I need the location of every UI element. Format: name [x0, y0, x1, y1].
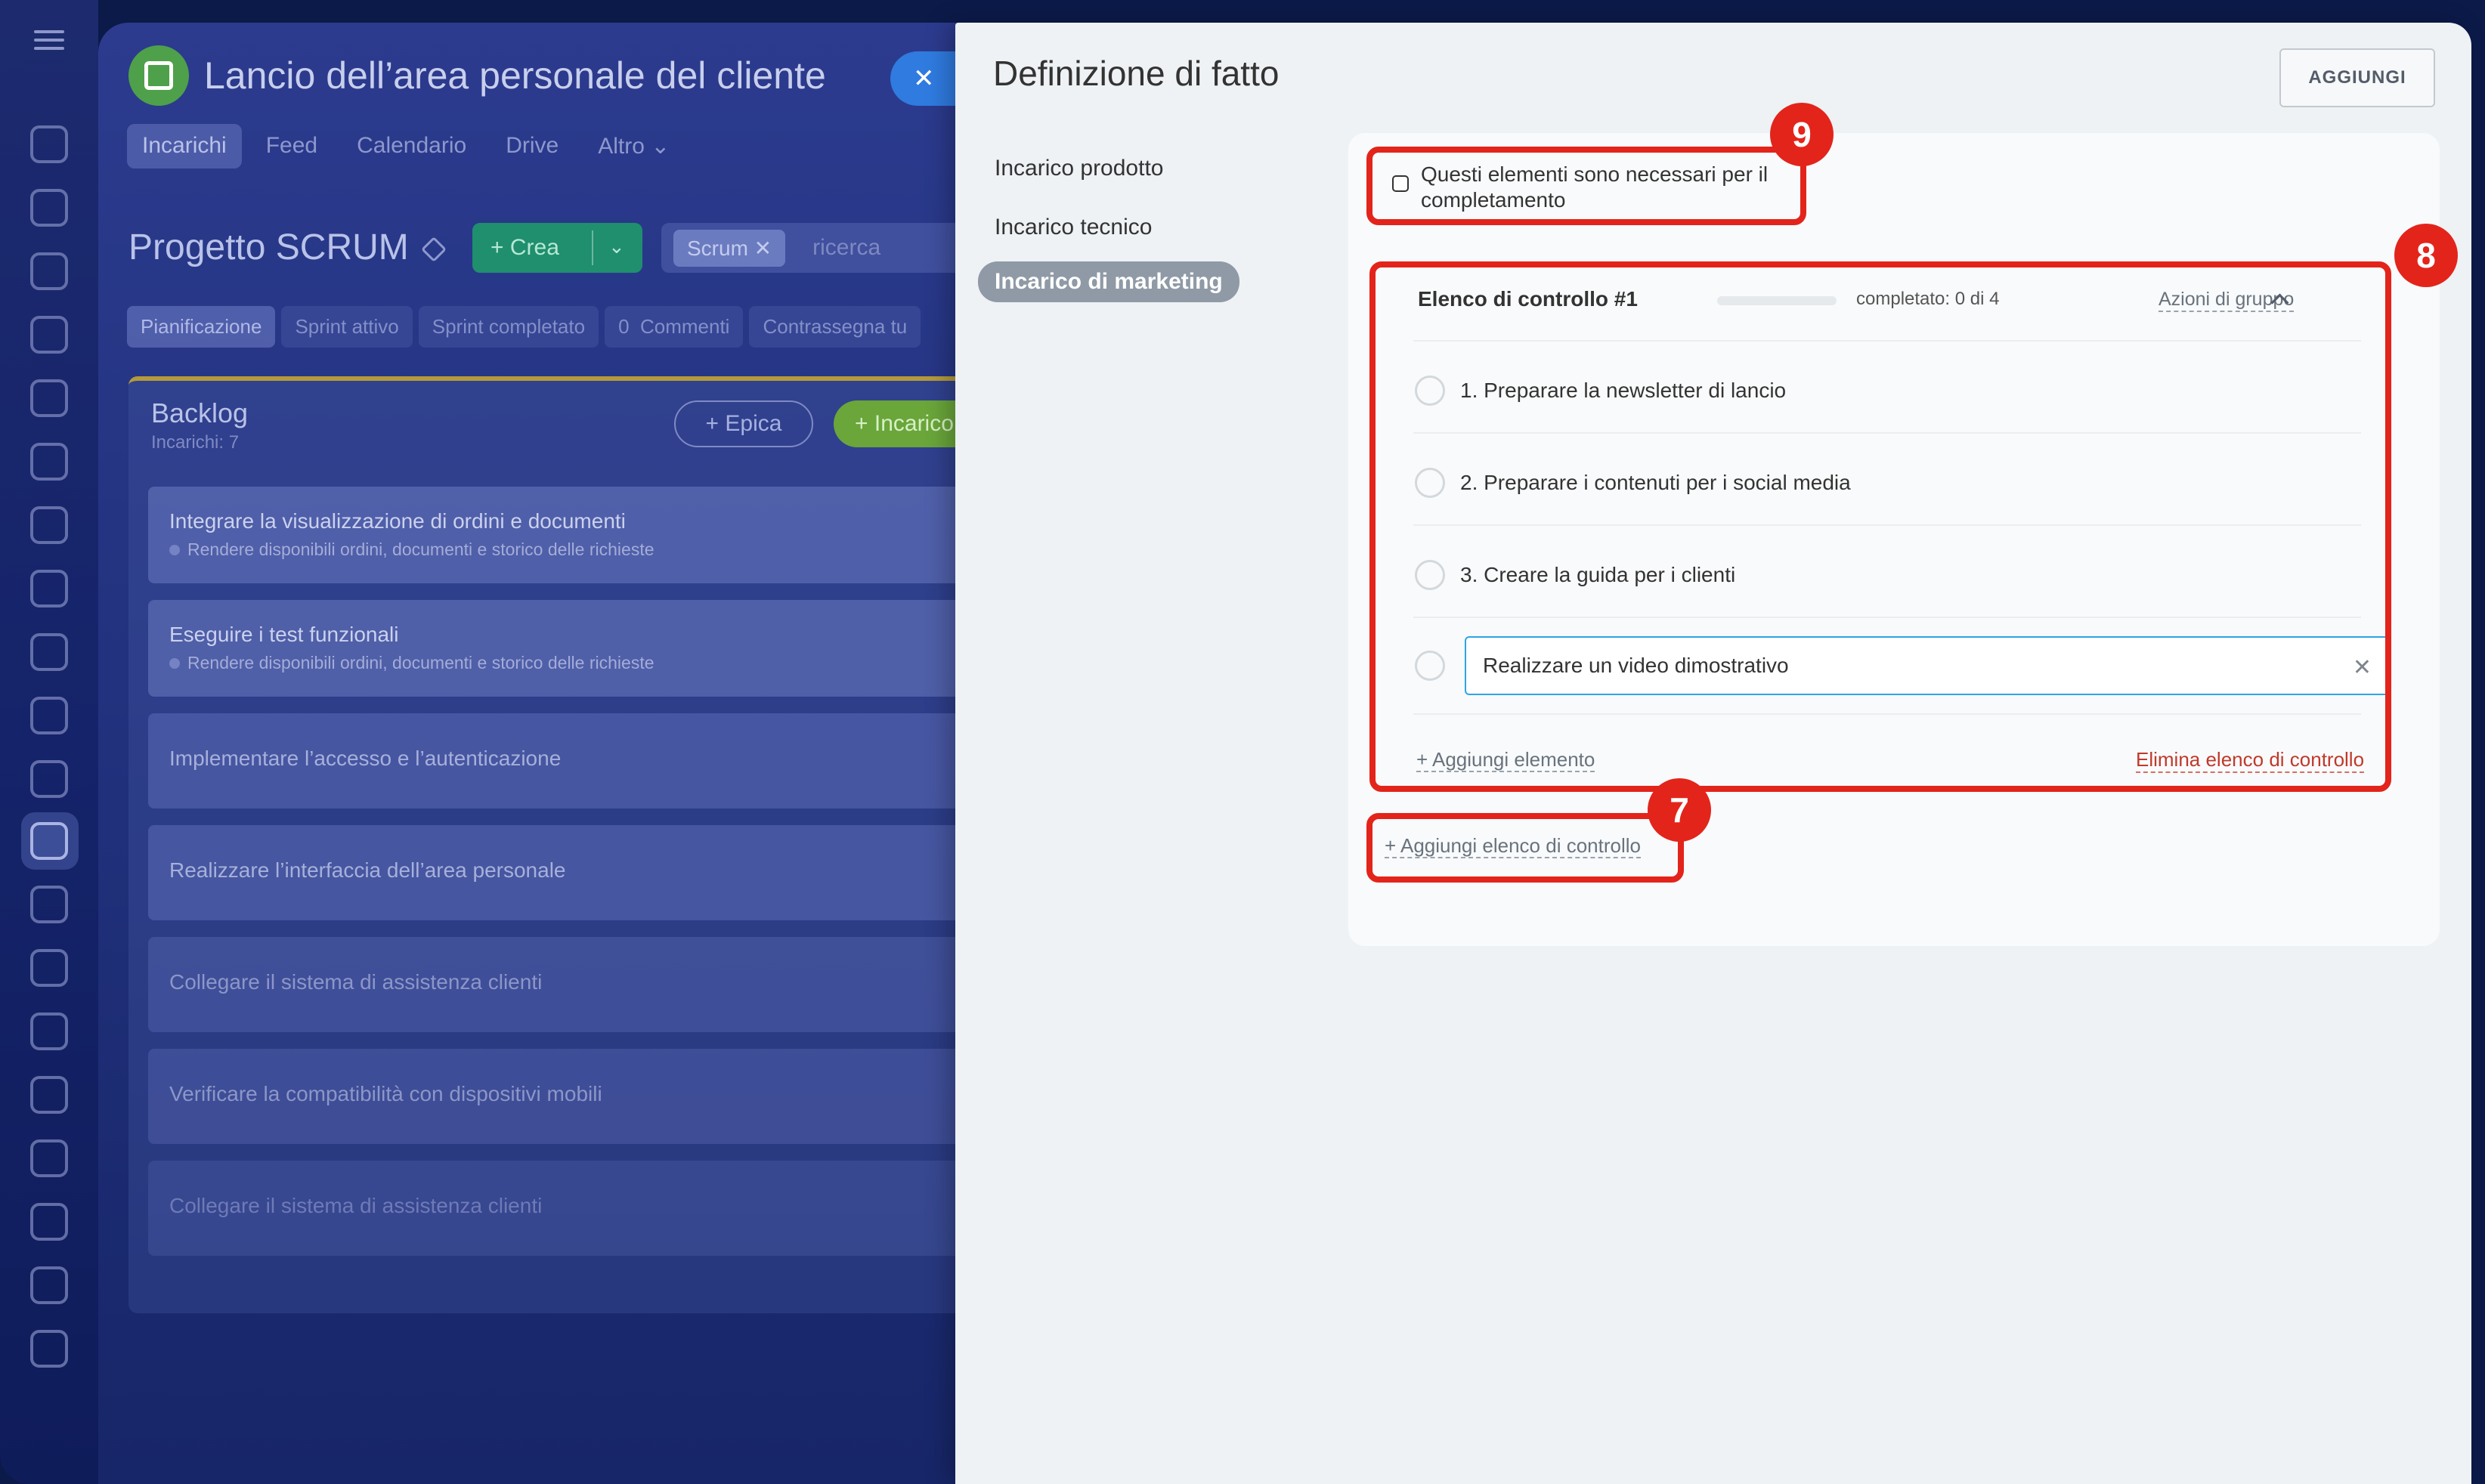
rail-contacts-icon[interactable] — [30, 760, 68, 798]
badge-number-7: 7 — [1648, 778, 1711, 842]
badge-number-9: 9 — [1770, 103, 1834, 166]
subtab-pianificazione[interactable]: Pianificazione — [127, 306, 276, 348]
rail-schedule-icon[interactable] — [30, 1076, 68, 1114]
chevron-down-icon[interactable]: ⌄ — [608, 235, 625, 258]
rail-settings-icon[interactable] — [30, 1330, 68, 1368]
workspace-header: Lancio dell’area personale del cliente — [128, 45, 826, 106]
badge-number-8: 8 — [2394, 224, 2458, 287]
rail-website-icon[interactable] — [30, 1203, 68, 1241]
comments-filter[interactable]: 0 Commenti — [605, 306, 744, 348]
panel-title: Definizione di fatto — [993, 54, 1280, 93]
highlight-required-option — [1366, 147, 1806, 225]
mark-filter[interactable]: Contrassegna tu — [749, 306, 921, 348]
rail-store-icon[interactable] — [30, 1139, 68, 1177]
rail-groups-icon[interactable] — [30, 379, 68, 417]
pin-icon[interactable] — [421, 237, 447, 262]
rail-docs-icon[interactable] — [30, 316, 68, 354]
background-workspace: Lancio dell’area personale del cliente ✕… — [98, 23, 1035, 1484]
rail-feed-icon[interactable] — [30, 252, 68, 290]
rail-tasks-icon[interactable] — [30, 822, 68, 860]
rail-file-icon[interactable] — [30, 506, 68, 544]
backlog-item[interactable]: Realizzare l’interfaccia dell’area perso… — [148, 825, 1035, 920]
backlog-item[interactable]: Collegare il sistema di assistenza clien… — [148, 1161, 1035, 1256]
highlight-add-checklist — [1366, 813, 1684, 883]
search-input[interactable]: ricerca — [812, 235, 880, 261]
tab-incarichi[interactable]: Incarichi — [127, 124, 242, 168]
scrum-subtabs: Pianificazione Sprint attivo Sprint comp… — [127, 306, 921, 348]
add-epic-button[interactable]: + Epica — [674, 400, 813, 447]
rail-chat-icon[interactable] — [30, 189, 68, 227]
rail-mail-icon[interactable] — [30, 697, 68, 734]
rail-cart-icon[interactable] — [30, 949, 68, 987]
backlog-item[interactable]: Implementare l’accesso e l’autenticazion… — [148, 713, 1035, 808]
nav-incarico-tecnico[interactable]: Incarico tecnico — [978, 207, 1168, 248]
nav-incarico-marketing[interactable]: Incarico di marketing — [978, 261, 1239, 302]
workspace-title: Lancio dell’area personale del cliente — [204, 54, 826, 97]
backlog-item[interactable]: Collegare il sistema di assistenza clien… — [148, 937, 1035, 1032]
rail-drive-icon[interactable] — [30, 633, 68, 671]
hamburger-menu-icon[interactable] — [34, 30, 64, 53]
aggiungi-button[interactable]: AGGIUNGI — [2279, 48, 2435, 107]
tab-drive[interactable]: Drive — [491, 124, 574, 168]
tab-calendario[interactable]: Calendario — [342, 124, 481, 168]
tab-feed[interactable]: Feed — [251, 124, 333, 168]
subtab-sprint-attivo[interactable]: Sprint attivo — [281, 306, 413, 348]
backlog-item[interactable]: Eseguire i test funzionali Rendere dispo… — [148, 600, 1035, 697]
subtab-sprint-completato[interactable]: Sprint completato — [418, 306, 599, 348]
backlog-column: Backlog Incarichi: 7 + Epica + Incarico … — [128, 376, 1035, 1313]
backlog-item[interactable]: Verificare la compatibilità con disposit… — [148, 1049, 1035, 1144]
project-title: Progetto SCRUM — [128, 227, 409, 267]
tab-altro[interactable]: Altro ⌄ — [583, 124, 685, 168]
backlog-count: Incarichi: 7 — [151, 432, 240, 453]
plus-icon: + — [491, 235, 510, 260]
close-icon: ✕ — [913, 64, 935, 93]
crea-button[interactable]: + Crea ⌄ — [472, 223, 642, 273]
rail-library-icon[interactable] — [30, 1266, 68, 1304]
nav-incarico-prodotto[interactable]: Incarico prodotto — [978, 148, 1180, 189]
rail-filter-icon[interactable] — [30, 886, 68, 923]
backlog-item[interactable]: Integrare la visualizzazione di ordini e… — [148, 487, 1035, 583]
group-logo-icon — [128, 45, 189, 106]
backlog-title: Backlog — [151, 397, 249, 428]
left-rail — [0, 0, 98, 1484]
rail-activity-icon[interactable] — [30, 125, 68, 163]
highlight-checklist — [1369, 261, 2391, 792]
workspace-tabs: Incarichi Feed Calendario Drive Altro ⌄ — [127, 124, 685, 168]
rail-inbox-icon[interactable] — [30, 1013, 68, 1050]
rail-presentation-icon[interactable] — [30, 570, 68, 608]
filter-chip[interactable]: Scrum ✕ — [673, 229, 786, 267]
close-panel-button[interactable]: ✕ — [890, 51, 966, 106]
rail-calendar-icon[interactable] — [30, 443, 68, 481]
